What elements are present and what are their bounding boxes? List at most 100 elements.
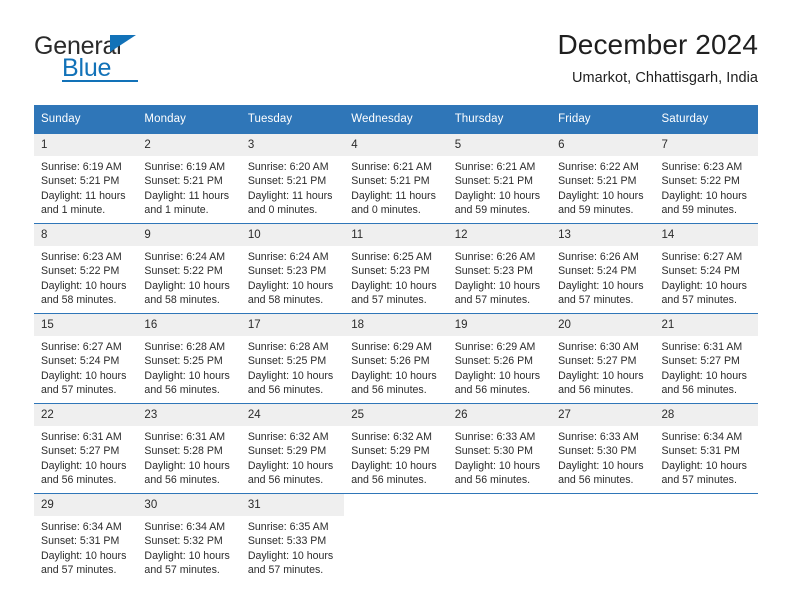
day-details: Sunrise: 6:23 AM Sunset: 5:22 PM Daylight:… [34,246,137,308]
calendar-day-cell[interactable]: 31 Sunrise: 6:35 AM Sunset: 5:33 PM Dayligh… [240,493,345,583]
calendar-day-cell[interactable]: 28 Sunrise: 6:34 AM Sunset: 5:31 PM Dayligh… [654,403,758,493]
day-cell-inner: 24 Sunrise: 6:32 AM Sunset: 5:29 PM Dayligh… [240,403,345,493]
day-daylight-line: Daylight: 11 hours [247,189,333,202]
day-sunset-line: Sunset: 5:31 PM [41,535,120,548]
calendar-day-cell[interactable]: 25 Sunrise: 6:32 AM Sunset: 5:29 PM Dayligh… [344,403,448,493]
calendar-day-cell[interactable]: 9 Sunrise: 6:24 AM Sunset: 5:22 PM Daylight… [137,223,241,313]
day-daylight-line: and 57 minutes. [558,294,634,307]
day-daylight-line: Daylight: 10 hours [247,279,334,292]
day-daylight-line: Daylight: 10 hours [144,279,230,292]
day-sunrise-line: Sunrise: 6:30 AM [558,341,639,353]
day-daylight-line: and 1 minute. [41,204,106,217]
day-sunset-line: Sunset: 5:21 PM [41,175,120,188]
calendar-day-cell[interactable]: 16 Sunrise: 6:28 AM Sunset: 5:25 PM Dayligh… [137,313,241,403]
page-header: General Blue December 2024 Umarkot, Chha… [34,28,758,90]
day-cell-inner: 22 Sunrise: 6:31 AM Sunset: 5:27 PM Dayligh… [34,403,138,493]
calendar-day-cell[interactable]: 3 Sunrise: 6:20 AM Sunset: 5:21 PM Daylight… [240,133,345,223]
brand-logo[interactable]: General Blue [34,32,264,88]
calendar-day-cell[interactable]: 22 Sunrise: 6:31 AM Sunset: 5:27 PM Dayligh… [34,403,138,493]
calendar-day-cell[interactable]: 24 Sunrise: 6:32 AM Sunset: 5:29 PM Dayligh… [240,403,345,493]
calendar-day-cell[interactable]: 5 Sunrise: 6:21 AM Sunset: 5:21 PM Daylight… [447,133,552,223]
calendar-day-cell[interactable] [654,493,758,583]
calendar-day-cell[interactable] [344,493,448,583]
calendar-day-cell[interactable]: 15 Sunrise: 6:27 AM Sunset: 5:24 PM Dayligh… [34,313,138,403]
calendar-day-cell[interactable] [551,493,655,583]
day-daylight-line: Daylight: 10 hours [558,459,644,472]
day-daylight-line: and 58 minutes. [41,294,117,307]
day-details: Sunrise: 6:26 AM Sunset: 5:23 PM Daylight:… [448,246,551,308]
calendar-day-cell[interactable]: 21 Sunrise: 6:31 AM Sunset: 5:27 PM Dayligh… [654,313,758,403]
day-details: Sunrise: 6:24 AM Sunset: 5:23 PM Daylight:… [241,246,344,308]
day-details: Sunrise: 6:31 AM Sunset: 5:28 PM Daylight:… [137,426,240,488]
day-cell-inner: 30 Sunrise: 6:34 AM Sunset: 5:32 PM Dayligh… [137,493,241,583]
day-number [655,494,758,516]
day-cell-inner: 26 Sunrise: 6:33 AM Sunset: 5:30 PM Dayligh… [447,403,552,493]
day-daylight-line: and 56 minutes. [661,384,737,397]
calendar-day-cell[interactable]: 4 Sunrise: 6:21 AM Sunset: 5:21 PM Daylight… [344,133,448,223]
calendar-day-cell[interactable]: 29 Sunrise: 6:34 AM Sunset: 5:31 PM Dayligh… [34,493,138,583]
day-sunset-line: Sunset: 5:21 PM [247,175,327,188]
day-sunset-line: Sunset: 5:27 PM [661,355,740,368]
calendar-day-cell[interactable]: 20 Sunrise: 6:30 AM Sunset: 5:27 PM Dayligh… [551,313,655,403]
calendar-day-cell[interactable]: 13 Sunrise: 6:26 AM Sunset: 5:24 PM Dayligh… [551,223,655,313]
calendar-day-cell[interactable] [447,493,552,583]
calendar-day-cell[interactable]: 12 Sunrise: 6:26 AM Sunset: 5:23 PM Dayligh… [447,223,552,313]
calendar-day-cell[interactable]: 30 Sunrise: 6:34 AM Sunset: 5:32 PM Dayligh… [137,493,241,583]
day-cell-inner: 4 Sunrise: 6:21 AM Sunset: 5:21 PM Daylight… [344,133,448,223]
calendar-day-cell[interactable]: 17 Sunrise: 6:28 AM Sunset: 5:25 PM Dayligh… [240,313,345,403]
day-daylight-line: and 56 minutes. [454,474,531,487]
day-daylight-line: Daylight: 10 hours [661,279,747,292]
day-sunrise-line: Sunrise: 6:27 AM [41,341,122,353]
day-cell-inner: 12 Sunrise: 6:26 AM Sunset: 5:23 PM Dayligh… [447,223,552,313]
day-sunrise-line: Sunrise: 6:31 AM [144,431,226,443]
day-details: Sunrise: 6:26 AM Sunset: 5:24 PM Daylight:… [551,246,654,308]
day-cell-inner: 6 Sunrise: 6:22 AM Sunset: 5:21 PM Daylight… [551,133,655,223]
calendar-day-cell[interactable]: 7 Sunrise: 6:23 AM Sunset: 5:22 PM Daylight… [654,133,758,223]
title-block: December 2024 Umarkot, Chhattisgarh, Ind… [557,28,758,88]
day-sunset-line: Sunset: 5:29 PM [247,445,327,458]
calendar-day-cell[interactable]: 27 Sunrise: 6:33 AM Sunset: 5:30 PM Dayligh… [551,403,655,493]
calendar-day-cell[interactable]: 2 Sunrise: 6:19 AM Sunset: 5:21 PM Daylight… [137,133,241,223]
day-sunrise-line: Sunrise: 6:21 AM [351,161,432,173]
day-sunset-line: Sunset: 5:24 PM [558,265,637,278]
calendar-day-cell[interactable]: 19 Sunrise: 6:29 AM Sunset: 5:26 PM Dayligh… [447,313,552,403]
day-cell-inner: 5 Sunrise: 6:21 AM Sunset: 5:21 PM Daylight… [447,133,552,223]
day-sunset-line: Sunset: 5:30 PM [454,445,534,458]
day-number: 4 [344,134,448,156]
brand-name-blue: Blue [62,54,112,82]
calendar-day-cell[interactable]: 14 Sunrise: 6:27 AM Sunset: 5:24 PM Dayligh… [654,223,758,313]
day-details: Sunrise: 6:21 AM Sunset: 5:21 PM Daylight:… [448,156,551,218]
day-daylight-line: and 57 minutes. [247,564,324,577]
calendar-day-cell[interactable]: 23 Sunrise: 6:31 AM Sunset: 5:28 PM Dayligh… [137,403,241,493]
day-number [551,494,654,516]
day-number: 20 [551,314,655,336]
calendar-day-cell[interactable]: 18 Sunrise: 6:29 AM Sunset: 5:26 PM Dayligh… [344,313,448,403]
calendar-day-cell[interactable]: 1 Sunrise: 6:19 AM Sunset: 5:21 PM Daylight… [34,133,138,223]
day-details: Sunrise: 6:30 AM Sunset: 5:27 PM Daylight:… [551,336,654,398]
day-sunrise-line: Sunrise: 6:31 AM [41,431,122,443]
day-number: 3 [240,134,345,156]
day-daylight-line: Daylight: 10 hours [454,369,541,382]
day-sunrise-line: Sunrise: 6:28 AM [144,341,226,353]
day-number: 26 [447,404,552,426]
day-cell-inner: 14 Sunrise: 6:27 AM Sunset: 5:24 PM Dayligh… [654,223,758,313]
day-sunset-line: Sunset: 5:22 PM [144,265,223,278]
day-cell-inner: 7 Sunrise: 6:23 AM Sunset: 5:22 PM Daylight… [654,133,758,223]
day-number: 28 [654,404,758,426]
day-sunset-line: Sunset: 5:24 PM [661,265,740,278]
calendar-day-cell[interactable]: 8 Sunrise: 6:23 AM Sunset: 5:22 PM Daylight… [34,223,138,313]
day-details: Sunrise: 6:22 AM Sunset: 5:21 PM Daylight:… [551,156,654,218]
day-details: Sunrise: 6:27 AM Sunset: 5:24 PM Daylight:… [34,336,137,398]
day-sunrise-line: Sunrise: 6:31 AM [661,341,743,353]
calendar-day-cell[interactable]: 6 Sunrise: 6:22 AM Sunset: 5:21 PM Daylight… [551,133,655,223]
day-daylight-line: Daylight: 10 hours [351,279,437,292]
day-sunrise-line: Sunrise: 6:20 AM [247,161,329,173]
day-daylight-line: Daylight: 10 hours [661,459,747,472]
brand-underline [62,80,138,82]
day-sunrise-line: Sunrise: 6:24 AM [144,251,226,263]
calendar-day-cell[interactable]: 11 Sunrise: 6:25 AM Sunset: 5:23 PM Dayligh… [344,223,448,313]
calendar-day-cell[interactable]: 10 Sunrise: 6:24 AM Sunset: 5:23 PM Dayligh… [240,223,345,313]
day-daylight-line: and 57 minutes. [41,564,117,577]
calendar-day-cell[interactable]: 26 Sunrise: 6:33 AM Sunset: 5:30 PM Dayligh… [447,403,552,493]
day-details: Sunrise: 6:29 AM Sunset: 5:26 PM Daylight:… [448,336,551,398]
